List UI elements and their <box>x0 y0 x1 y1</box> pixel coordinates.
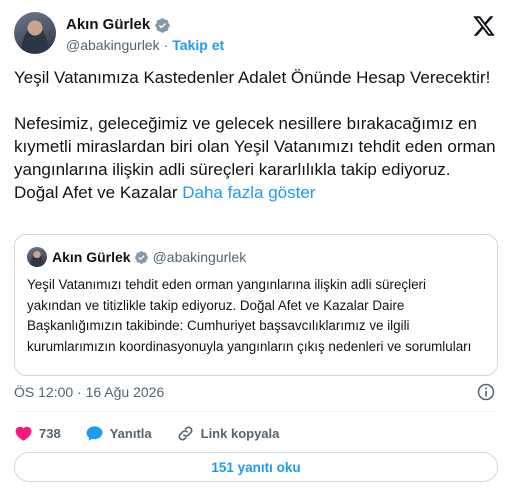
reply-bubble-icon <box>86 425 103 441</box>
tweet-text: Yeşil Vatanımıza Kastedenler Adalet Önün… <box>14 66 498 204</box>
quoted-author-handle: @abakingurlek <box>152 249 247 265</box>
show-more-link[interactable]: Daha fazla göster <box>182 183 315 202</box>
quoted-avatar <box>27 247 47 267</box>
reply-label: Yanıtla <box>109 425 152 441</box>
quoted-verified-badge-icon <box>134 250 148 264</box>
timestamp[interactable]: ÖS 12:00 · 16 Ağu 2026 <box>14 383 164 401</box>
avatar[interactable] <box>14 12 56 54</box>
tweet-embed-card: Akın Gürlek @abakingurlek · Takip et Yeş… <box>0 0 510 498</box>
quoted-author-name: Akın Gürlek <box>52 249 131 265</box>
action-bar: 738 Yanıtla Link kopyala <box>14 422 303 444</box>
heart-icon <box>15 426 32 441</box>
read-replies-button[interactable]: 151 yanıtı oku <box>14 452 498 482</box>
tweet-header: Akın Gürlek @abakingurlek · Takip et <box>14 12 496 56</box>
author-name[interactable]: Akın Gürlek <box>66 16 150 34</box>
separator-dot: · <box>163 37 169 53</box>
info-icon[interactable] <box>476 382 496 402</box>
copy-link-button[interactable]: Link kopyala <box>176 424 280 443</box>
tweet-paragraph-title: Yeşil Vatanımıza Kastedenler Adalet Önün… <box>14 68 491 87</box>
author-handle-row: @abakingurlek · Takip et <box>66 36 224 54</box>
quoted-tweet[interactable]: Akın Gürlek @abakingurlek Yeşil Vatanımı… <box>14 234 498 376</box>
follow-button[interactable]: Takip et <box>172 36 224 54</box>
verified-badge-icon <box>155 17 170 33</box>
like-button[interactable]: 738 <box>14 424 61 443</box>
quoted-tweet-text: Yeşil Vatanımızı tehdit eden orman yangı… <box>27 277 472 354</box>
like-count: 738 <box>39 425 61 441</box>
tweet-paragraph-body: Nefesimiz, geleceğimiz ve gelecek nesill… <box>14 112 498 204</box>
divider <box>14 411 496 412</box>
author-handle[interactable]: @abakingurlek <box>66 36 160 54</box>
x-logo-icon[interactable] <box>472 14 496 38</box>
reply-button[interactable]: Yanıtla <box>85 424 152 443</box>
author-name-row: Akın Gürlek <box>66 16 171 34</box>
copy-link-label: Link kopyala <box>200 425 280 441</box>
quoted-tweet-header: Akın Gürlek @abakingurlek <box>27 247 246 267</box>
link-icon <box>178 426 193 440</box>
